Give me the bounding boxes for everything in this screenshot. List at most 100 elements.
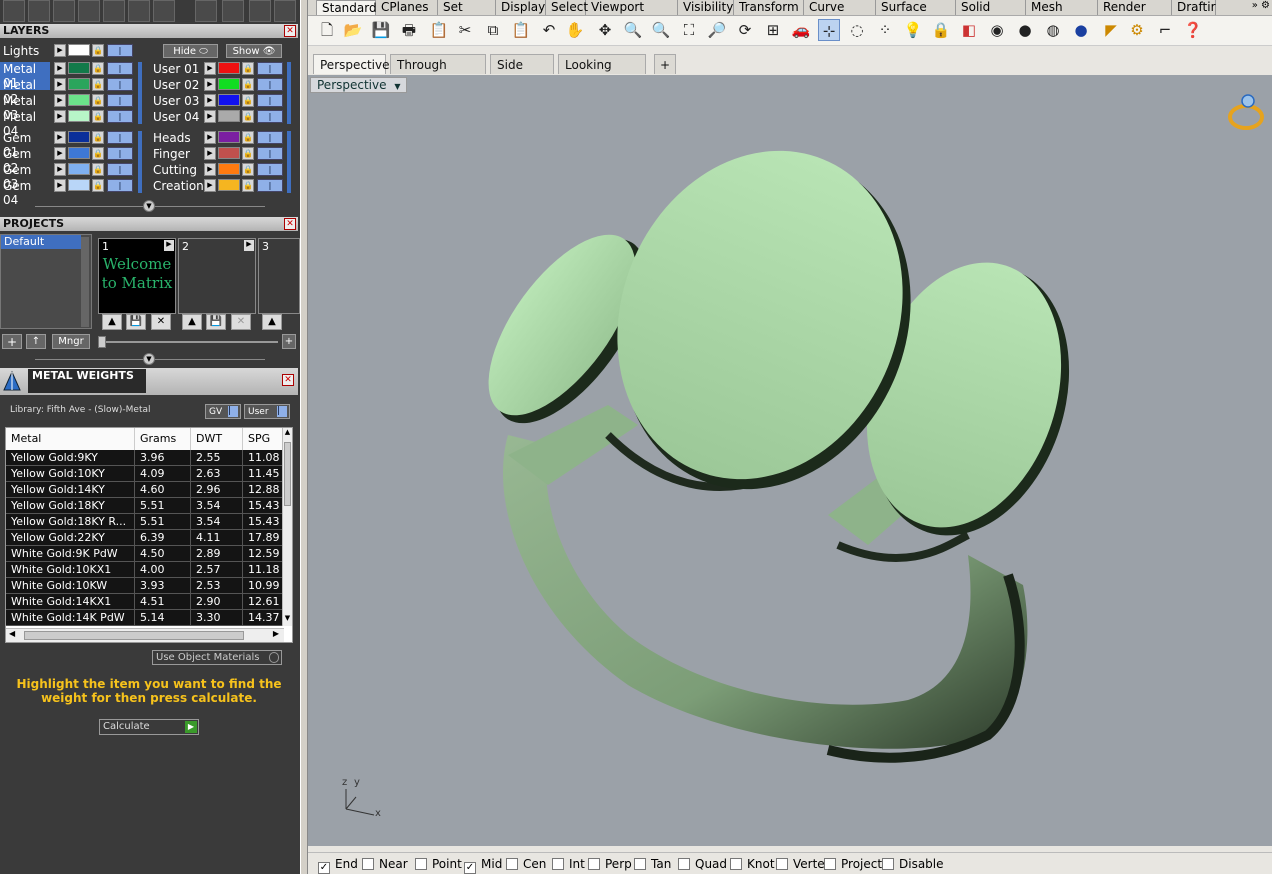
lock-icon[interactable]: 🔒	[242, 110, 254, 123]
up-arrow-icon[interactable]: ▲	[102, 314, 122, 330]
lock-icon[interactable]: 🔒	[92, 147, 104, 160]
layer-name[interactable]: User 01	[150, 62, 200, 76]
radio-icon[interactable]	[269, 652, 279, 663]
layer-color-swatch[interactable]	[218, 163, 240, 175]
ribbon-tab-cplanes[interactable]: CPlanes	[376, 0, 438, 15]
visibility-toggle[interactable]: |	[257, 94, 283, 107]
table-row[interactable]: White Gold:10KW 3.93 2.53 10.99	[6, 578, 284, 594]
lock-icon[interactable]: 🔒	[242, 94, 254, 107]
expand-arrow-icon[interactable]: ▶	[204, 110, 216, 123]
four-viewports-icon[interactable]: ⊞	[762, 19, 784, 41]
layer-color-swatch[interactable]	[68, 62, 90, 74]
layer-row[interactable]: User 01 ▶ 🔒 |	[150, 62, 290, 76]
lock-icon[interactable]: 🔒	[92, 110, 104, 123]
book-icon[interactable]	[78, 0, 100, 22]
visibility-toggle[interactable]: |	[107, 179, 133, 192]
lock-icon[interactable]: 🔒	[92, 44, 104, 57]
viewport-tab-through-finger[interactable]: Through Finger	[390, 54, 486, 92]
collapse-icon[interactable]: ▼	[143, 353, 155, 365]
layer-color-swatch[interactable]	[218, 110, 240, 122]
layer-row[interactable]: Gem 04 ▶ 🔒 |	[0, 179, 140, 207]
material-picker-icon[interactable]: ◤	[1100, 19, 1122, 41]
visibility-toggle[interactable]: |	[107, 44, 133, 57]
layer-color-swatch[interactable]	[68, 147, 90, 159]
checkbox-icon[interactable]: ✓	[464, 862, 476, 874]
circle-icon[interactable]: ◌	[846, 19, 868, 41]
layer-row[interactable]: Metal 02 ▶ 🔒 |	[0, 78, 140, 106]
lock-icon[interactable]: 🔒	[92, 94, 104, 107]
new-file-icon[interactable]: 🗋	[316, 19, 338, 41]
show-button[interactable]: Show 👁	[226, 44, 282, 58]
checkbox-icon[interactable]	[882, 858, 894, 870]
help-icon[interactable]: ❓	[1182, 19, 1204, 41]
play-icon[interactable]: ▶	[164, 240, 174, 251]
column-header-spg[interactable]: SPG	[243, 428, 284, 450]
zoom-extents-icon[interactable]: ⛶	[678, 19, 700, 41]
vertical-scrollbar[interactable]: ▲ ▼	[282, 428, 292, 626]
save-icon[interactable]: 💾	[370, 19, 392, 41]
layer-row[interactable]: Metal 04 ▶ 🔒 |	[0, 110, 140, 138]
copy-icon[interactable]: ⧉	[482, 19, 504, 41]
lock-icon[interactable]: 🔒	[92, 78, 104, 91]
gv-toggle[interactable]: GV |	[205, 404, 241, 419]
up-arrow-icon[interactable]: ↑	[26, 334, 46, 349]
layer-name[interactable]: Heads	[150, 131, 200, 145]
layer-color-swatch[interactable]	[68, 94, 90, 106]
scroll-left-icon[interactable]: ◀	[9, 629, 15, 638]
ribbon-tab-transform[interactable]: Transform	[734, 0, 804, 15]
open-icon[interactable]: 📂	[342, 19, 364, 41]
osnap-tan[interactable]: Tan	[634, 857, 671, 871]
snap-icon[interactable]: ⊹	[818, 19, 840, 41]
column-header-grams[interactable]: Grams	[135, 428, 191, 450]
visibility-toggle[interactable]: |	[107, 131, 133, 144]
lock-icon[interactable]: 🔒	[242, 62, 254, 75]
visibility-toggle[interactable]: |	[107, 78, 133, 91]
visibility-toggle[interactable]: |	[107, 147, 133, 160]
layer-row[interactable]: User 02 ▶ 🔒 |	[150, 78, 290, 92]
settings-gear-icon[interactable]: ⚙	[1126, 19, 1148, 41]
ribbon-tab-viewport-layout[interactable]: Viewport Layout	[586, 0, 678, 29]
collapse-icon[interactable]: ▼	[143, 200, 155, 212]
layer-row[interactable]: Metal 01 ▶ 🔒 |	[0, 62, 140, 90]
column-header-dwt[interactable]: DWT	[191, 428, 243, 450]
layer-row[interactable]: Gem 03 ▶ 🔒 |	[0, 163, 140, 191]
expand-arrow-icon[interactable]: ▶	[54, 94, 66, 107]
table-row[interactable]: White Gold:14KX1 4.51 2.90 12.61	[6, 594, 284, 610]
scroll-thumb[interactable]	[24, 631, 244, 640]
osnap-disable[interactable]: Disable	[882, 857, 944, 871]
visibility-toggle[interactable]: |	[257, 131, 283, 144]
play-icon[interactable]: ▶	[244, 240, 254, 251]
horizontal-scrollbar[interactable]: ◀ ▶	[6, 628, 284, 642]
checkbox-icon[interactable]	[824, 858, 836, 870]
gem-icon[interactable]	[195, 0, 217, 22]
points-icon[interactable]: ⁘	[874, 19, 896, 41]
up-arrow-icon[interactable]: ▲	[262, 314, 282, 330]
perspective-viewport[interactable]: Perspective ▼ z y x	[308, 75, 1272, 846]
visibility-toggle[interactable]: |	[257, 147, 283, 160]
layer-color-swatch[interactable]	[68, 179, 90, 191]
table-row[interactable]: White Gold:14K PdW 5.14 3.30 14.37	[6, 610, 284, 626]
layer-row[interactable]: User 04 ▶ 🔒 |	[150, 110, 290, 124]
expand-arrow-icon[interactable]: ▶	[54, 179, 66, 192]
print-icon[interactable]: 🖶	[398, 19, 420, 41]
pan-icon[interactable]: ✋	[564, 19, 586, 41]
ribbon-tab-select[interactable]: Select	[546, 0, 588, 15]
panel-splitter[interactable]	[300, 0, 308, 874]
add-viewport-tab-icon[interactable]: +	[654, 54, 676, 74]
table-row[interactable]: White Gold:10KX1 4.00 2.57 11.18	[6, 562, 284, 578]
osnap-quad[interactable]: Quad	[678, 857, 727, 871]
close-icon[interactable]: ✕	[284, 25, 296, 37]
color-wheel-icon[interactable]: ◉	[986, 19, 1008, 41]
expand-arrow-icon[interactable]: ▶	[204, 147, 216, 160]
visibility-toggle[interactable]: |	[257, 78, 283, 91]
column-header-metal[interactable]: Metal	[6, 428, 135, 450]
scroll-thumb[interactable]	[284, 442, 291, 506]
add-icon[interactable]: +	[282, 334, 296, 349]
material-sphere-icon[interactable]: ●	[1070, 19, 1092, 41]
checkbox-icon[interactable]	[362, 858, 374, 870]
cut-icon[interactable]: ✂	[454, 19, 476, 41]
table-row[interactable]: Yellow Gold:22KY 6.39 4.11 17.89	[6, 530, 284, 546]
light-bulb-icon[interactable]: 💡	[902, 19, 924, 41]
filter-icon[interactable]	[103, 0, 125, 22]
delete-icon[interactable]: ✕	[151, 314, 171, 330]
